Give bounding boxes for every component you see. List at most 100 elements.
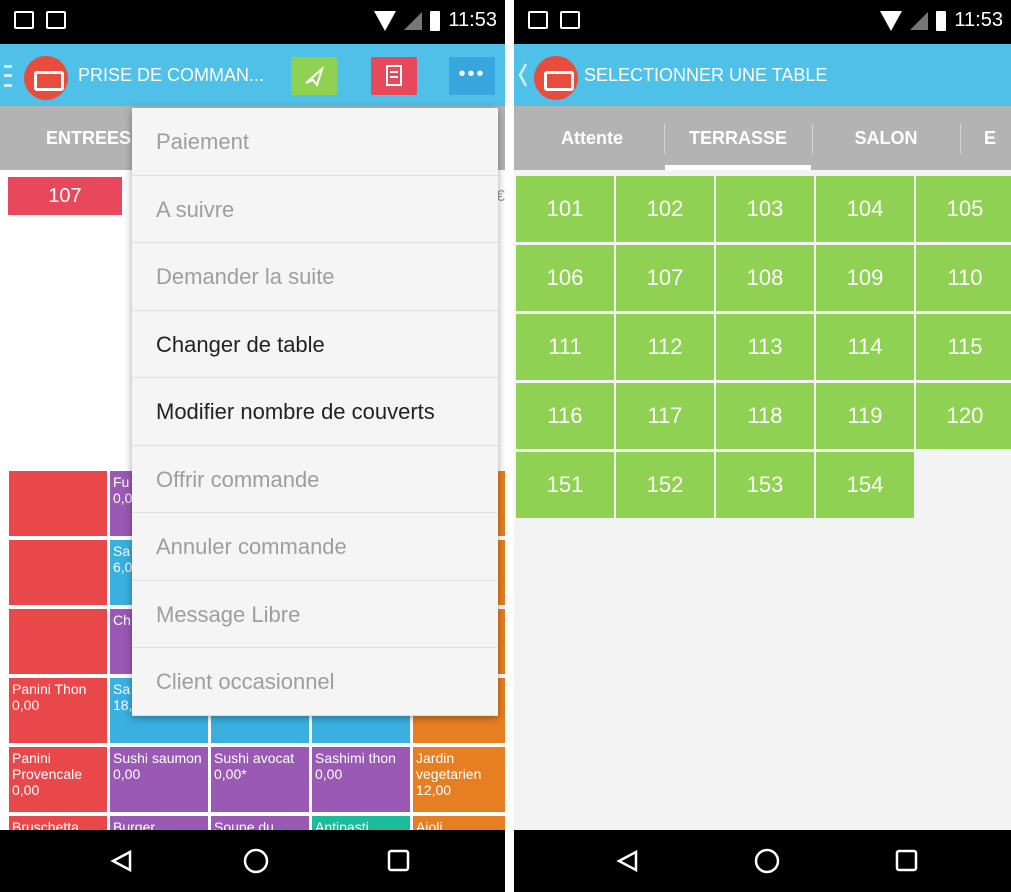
product-name: Jardin vegetarien xyxy=(416,750,482,782)
table-tile[interactable]: 105 xyxy=(916,176,1011,242)
table-tile[interactable]: 107 xyxy=(616,245,714,311)
app-logo-icon[interactable] xyxy=(534,56,578,100)
table-tile[interactable]: 103 xyxy=(716,176,814,242)
table-tile[interactable]: 111 xyxy=(516,314,614,380)
table-tile[interactable]: 106 xyxy=(516,245,614,311)
overflow-menu-button[interactable]: ••• xyxy=(449,57,495,95)
table-tile[interactable]: 110 xyxy=(916,245,1011,311)
drawer-icon[interactable] xyxy=(4,65,12,87)
image-icon xyxy=(560,11,580,29)
table-tile[interactable]: 152 xyxy=(616,452,714,518)
product-tile[interactable]: Panini Provencale 0,00 xyxy=(8,746,108,813)
product-tile[interactable]: Jardin vegetarien 12,00 xyxy=(412,746,505,813)
page-title: SELECTIONNER UNE TABLE xyxy=(584,65,828,85)
table-tile[interactable]: 109 xyxy=(816,245,914,311)
tab-terrasse[interactable]: TERRASSE xyxy=(665,106,811,170)
left-screen: 11:53 PRISE DE COMMAN... ••• ENTREES 107… xyxy=(0,0,505,892)
product-name: Sashimi thon xyxy=(315,750,396,766)
room-tabs: Attente TERRASSE SALON E xyxy=(514,106,1011,170)
back-chevron-icon xyxy=(518,63,528,87)
tab-salon[interactable]: SALON xyxy=(813,106,959,170)
tab-entrees[interactable]: ENTREES xyxy=(10,106,135,170)
table-tile[interactable]: 119 xyxy=(816,383,914,449)
image-icon xyxy=(46,11,66,29)
table-tile[interactable]: 120 xyxy=(916,383,1011,449)
product-tile[interactable] xyxy=(8,539,108,606)
menu-item[interactable]: Paiement xyxy=(132,108,498,176)
battery-icon xyxy=(936,10,947,31)
product-price: 0,00* xyxy=(214,766,247,782)
signal-icon xyxy=(910,11,929,30)
order-line-qty[interactable]: 107 xyxy=(8,177,122,215)
table-tile[interactable]: 151 xyxy=(516,452,614,518)
menu-item[interactable]: Offrir commande xyxy=(132,446,498,513)
wifi-icon xyxy=(374,10,397,31)
menu-item[interactable]: Modifier nombre de couverts xyxy=(132,378,498,446)
table-tile[interactable]: 118 xyxy=(716,383,814,449)
receipt-icon xyxy=(386,65,402,86)
home-nav-icon xyxy=(243,848,269,874)
table-tile[interactable]: 115 xyxy=(916,314,1011,380)
nav-bar xyxy=(514,830,1011,892)
product-tile[interactable]: Sushi avocat 0,00* xyxy=(210,746,310,813)
table-tile[interactable]: 112 xyxy=(616,314,714,380)
product-tile[interactable] xyxy=(8,608,108,675)
nav-bar xyxy=(0,830,505,892)
tab-e[interactable]: E xyxy=(984,106,1011,170)
recents-nav-icon xyxy=(387,849,410,872)
table-tile[interactable]: 153 xyxy=(716,452,814,518)
receipt-button[interactable] xyxy=(371,57,417,95)
battery-icon xyxy=(430,10,441,31)
table-tile[interactable]: 102 xyxy=(616,176,714,242)
product-name: Sushi avocat xyxy=(214,750,295,766)
product-price: 0,00 xyxy=(315,766,343,782)
table-tile[interactable]: 104 xyxy=(816,176,914,242)
product-price: 0,00 xyxy=(113,766,141,782)
menu-item[interactable]: Message Libre xyxy=(132,581,498,648)
app-bar: PRISE DE COMMAN... ••• xyxy=(0,44,505,106)
product-tile[interactable]: Panini Thon 0,00 xyxy=(8,677,108,744)
table-tile[interactable]: 108 xyxy=(716,245,814,311)
tab-attente[interactable]: Attente xyxy=(522,106,662,170)
right-screen: 11:53 SELECTIONNER UNE TABLE Attente TER… xyxy=(514,0,1011,892)
paper-plane-icon xyxy=(305,65,325,88)
product-price: 0,00 xyxy=(12,697,40,713)
menu-item[interactable]: Annuler commande xyxy=(132,513,498,581)
page-title: PRISE DE COMMAN... xyxy=(78,65,265,85)
wifi-icon xyxy=(880,10,903,31)
product-price: 0,00 xyxy=(12,782,40,798)
recents-nav-icon xyxy=(895,849,918,872)
menu-item[interactable]: A suivre xyxy=(132,176,498,243)
product-name: Panini Thon xyxy=(12,681,87,697)
app-logo-icon[interactable] xyxy=(24,56,68,100)
menu-item[interactable]: Changer de table xyxy=(132,311,498,378)
product-name: Panini Provencale xyxy=(12,750,83,782)
table-tile[interactable]: 154 xyxy=(816,452,914,518)
status-time: 11:53 xyxy=(448,9,497,31)
gmail-icon xyxy=(14,11,34,29)
overflow-menu: Paiement A suivre Demander la suite Changer… xyxy=(132,108,498,716)
app-bar: SELECTIONNER UNE TABLE xyxy=(514,44,1011,106)
table-tile[interactable]: 116 xyxy=(516,383,614,449)
back-nav-icon xyxy=(110,849,132,873)
send-button[interactable] xyxy=(291,57,337,95)
status-time: 11:53 xyxy=(954,9,1003,31)
table-tile[interactable]: 113 xyxy=(716,314,814,380)
status-bar: 11:53 xyxy=(514,0,1011,44)
menu-item[interactable]: Client occasionnel xyxy=(132,648,498,716)
product-name: Sushi saumon xyxy=(113,750,202,766)
table-tile[interactable]: 101 xyxy=(516,176,614,242)
product-tile[interactable]: Sushi saumon 0,00 xyxy=(109,746,209,813)
home-nav-icon xyxy=(754,848,780,874)
gmail-icon xyxy=(528,11,548,29)
product-price: 12,00 xyxy=(416,782,452,798)
product-tile[interactable] xyxy=(8,470,108,537)
status-bar: 11:53 xyxy=(0,0,505,44)
more-icon: ••• xyxy=(458,63,486,85)
table-tile[interactable]: 117 xyxy=(616,383,714,449)
back-nav-icon xyxy=(616,849,638,873)
product-tile[interactable]: Sashimi thon 0,00 xyxy=(311,746,411,813)
table-tile[interactable]: 114 xyxy=(816,314,914,380)
menu-item[interactable]: Demander la suite xyxy=(132,243,498,311)
signal-icon xyxy=(404,11,423,30)
